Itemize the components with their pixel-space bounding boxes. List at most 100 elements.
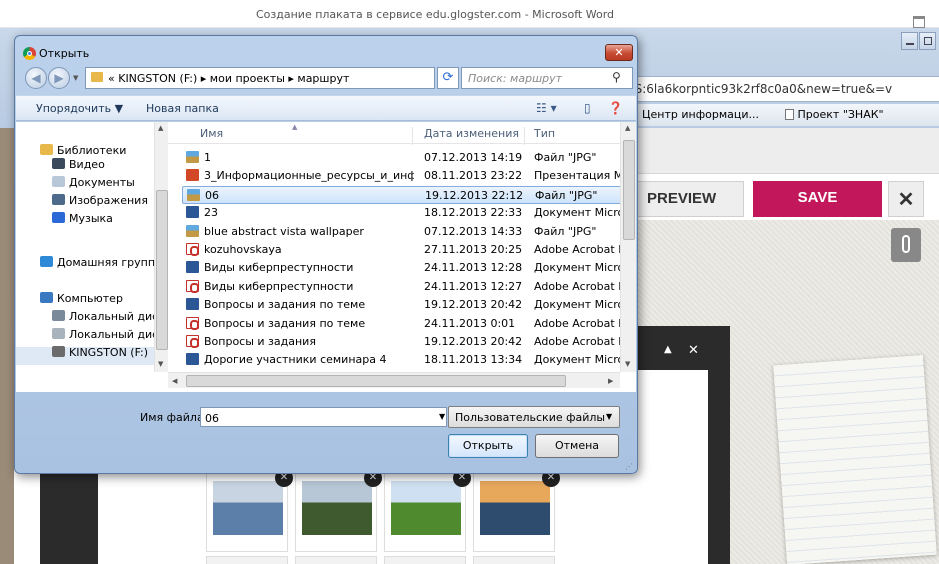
column-name[interactable]: Имя — [200, 127, 223, 140]
file-date: 24.11.2013 12:27 — [424, 279, 523, 293]
nav-item[interactable]: Локальный диск — [52, 310, 165, 323]
column-type[interactable]: Тип — [534, 127, 555, 140]
close-panel-icon[interactable]: ✕ — [688, 343, 699, 358]
jpg-file-icon — [186, 151, 199, 163]
photo-thumbnail[interactable] — [295, 556, 377, 564]
navigation-pane: Библиотеки Видео Документы Изображения Музык… — [16, 122, 166, 372]
file-row[interactable]: 3_Информационные_ресурсы_и_инфо... 08.11.… — [182, 167, 628, 185]
photo-collage — [213, 481, 283, 535]
nav-item[interactable]: Библиотеки — [40, 144, 126, 157]
file-date: 19.12.2013 20:42 — [424, 298, 523, 312]
browser-address-bar[interactable]: nS:6la6korpntic93k2rf8c0a0&new=true&=v — [620, 76, 939, 102]
nav-item[interactable]: Документы — [52, 176, 135, 189]
file-name: Вопросы и задания — [204, 335, 316, 348]
file-list-scrollbar[interactable]: ▲ ▼ — [620, 122, 636, 372]
computer-icon — [40, 292, 53, 303]
column-divider[interactable] — [412, 127, 413, 145]
view-options-icon[interactable]: ☷ ▾ — [536, 101, 557, 115]
preview-button[interactable]: PREVIEW — [626, 181, 744, 217]
photo-thumbnail[interactable]: ✕ — [295, 469, 382, 552]
path-breadcrumb[interactable]: « KINGSTON (F:) ▸ мои проекты ▸ маршрут … — [85, 67, 435, 89]
restore-icon — [924, 37, 932, 45]
photo-thumbnail[interactable]: ✕ — [473, 469, 560, 552]
file-date: 18.12.2013 22:33 — [424, 206, 523, 220]
new-folder-button[interactable]: Новая папка — [146, 102, 219, 115]
browser-restore-button[interactable] — [919, 32, 936, 50]
file-row[interactable]: Вопросы и задания по теме 19.12.2013 20:4… — [182, 296, 628, 314]
file-type: Документ Micros — [534, 353, 628, 367]
help-icon[interactable]: ❓ — [608, 101, 623, 115]
refresh-button[interactable]: ⟳ — [437, 67, 459, 89]
browser-minimize-button[interactable] — [901, 32, 918, 50]
file-row[interactable]: kozuhovskaya 27.11.2013 20:25 Adobe Acroba… — [182, 241, 628, 259]
search-input[interactable]: Поиск: маршрут ⚲ — [461, 67, 633, 89]
scroll-up-icon[interactable]: ▲ — [158, 124, 163, 132]
scroll-thumb[interactable] — [156, 190, 168, 350]
nav-item[interactable]: Компьютер — [40, 292, 123, 305]
chevron-down-icon[interactable]: ▼ — [439, 412, 445, 421]
cancel-button[interactable]: Отмена — [535, 434, 619, 458]
save-button[interactable]: SAVE — [753, 181, 882, 217]
nav-item[interactable]: Локальный диск — [52, 328, 165, 341]
column-divider[interactable] — [524, 127, 525, 145]
photo-lake-sunset — [480, 481, 550, 535]
file-row[interactable]: 06 19.12.2013 22:12 Файл "JPG" — [182, 185, 628, 204]
doc-file-icon — [186, 261, 199, 274]
nav-item[interactable]: Видео — [52, 158, 105, 171]
open-button[interactable]: Открыть — [448, 434, 528, 458]
file-row[interactable]: Вопросы и задания 19.12.2013 20:42 Adobe A… — [182, 333, 628, 351]
nav-item[interactable]: KINGSTON (F:) — [52, 346, 148, 359]
collapse-up-icon[interactable]: ▲ — [664, 344, 672, 355]
file-row[interactable]: Вопросы и задания по теме 24.11.2013 0:01… — [182, 315, 628, 333]
scroll-right-icon[interactable]: ▶ — [608, 377, 613, 385]
scroll-left-icon[interactable]: ◀ — [172, 377, 177, 385]
pdf-file-icon — [186, 316, 199, 330]
nav-pane-scrollbar[interactable]: ▲ ▼ — [154, 122, 168, 372]
nav-item[interactable]: Музыка — [52, 212, 113, 225]
file-row[interactable]: 23 18.12.2013 22:33 Документ Micros — [182, 204, 628, 222]
scroll-up-icon[interactable]: ▲ — [625, 124, 630, 132]
bookmark-item[interactable]: Центр информаци... — [642, 108, 759, 121]
horizontal-scrollbar[interactable]: ◀ ▶ — [168, 372, 620, 388]
filename-input[interactable] — [200, 407, 447, 427]
scroll-thumb[interactable] — [186, 375, 566, 387]
recent-locations-dropdown-icon[interactable]: ▼ — [73, 74, 78, 82]
word-minimize-button[interactable] — [913, 10, 925, 18]
photo-thumbnail[interactable]: ✕ — [384, 469, 471, 552]
scroll-down-icon[interactable]: ▼ — [625, 360, 630, 368]
photo-thumbnail[interactable]: ✕ — [206, 469, 293, 552]
filetype-select[interactable]: Пользовательские файлы ▼ — [448, 406, 620, 428]
organize-menu[interactable]: Упорядочить ▼ — [36, 102, 123, 115]
photo-thumbnail[interactable] — [206, 556, 288, 564]
photo-thumbnail[interactable] — [384, 556, 466, 564]
notebook-paper-image[interactable] — [773, 355, 937, 564]
nav-item[interactable]: Изображения — [52, 194, 148, 207]
file-name: blue abstract vista wallpaper — [204, 224, 364, 238]
file-date: 07.12.2013 14:19 — [424, 151, 523, 164]
dialog-toolbar: Упорядочить ▼ Новая папка ☷ ▾ ▯ ❓ — [16, 95, 636, 121]
scroll-thumb[interactable] — [623, 140, 635, 240]
bookmark-item[interactable]: Проект "ЗНАК" — [784, 108, 884, 121]
navigation-row: ◀ ▶ ▼ « KINGSTON (F:) ▸ мои проекты ▸ ма… — [21, 66, 633, 92]
back-button[interactable]: ◀ — [25, 67, 47, 89]
column-date-modified[interactable]: Дата изменения — [424, 127, 519, 140]
forward-button[interactable]: ▶ — [48, 67, 70, 89]
preview-pane-icon[interactable]: ▯ — [584, 101, 591, 115]
nav-item[interactable]: Домашняя группа — [40, 256, 162, 269]
word-maximize-button[interactable] — [913, 18, 925, 28]
attach-clip-icon[interactable] — [891, 228, 921, 262]
dialog-close-button[interactable]: ✕ — [605, 44, 633, 61]
file-name: Виды киберпреступности — [204, 279, 354, 293]
jpg-file-icon — [186, 224, 199, 237]
file-row[interactable]: Виды киберпреступности 24.11.2013 12:28 До… — [182, 259, 628, 277]
file-row[interactable]: Дорогие участники семинара 4 18.11.2013 1… — [182, 351, 628, 369]
nav-item-label: Документы — [69, 176, 135, 189]
close-editor-button[interactable]: ✕ — [888, 181, 924, 217]
resize-grip-icon[interactable]: ⋰ — [625, 462, 633, 471]
file-row[interactable]: blue abstract vista wallpaper 07.12.2013 … — [182, 223, 628, 241]
file-row[interactable]: Виды киберпреступности 24.11.2013 12:27 Ad… — [182, 278, 628, 296]
file-row[interactable]: 1 07.12.2013 14:19 Файл "JPG" — [182, 149, 628, 167]
file-type: Adobe Acrobat D — [534, 279, 627, 293]
photo-thumbnail[interactable] — [473, 556, 555, 564]
scroll-down-icon[interactable]: ▼ — [158, 360, 163, 368]
